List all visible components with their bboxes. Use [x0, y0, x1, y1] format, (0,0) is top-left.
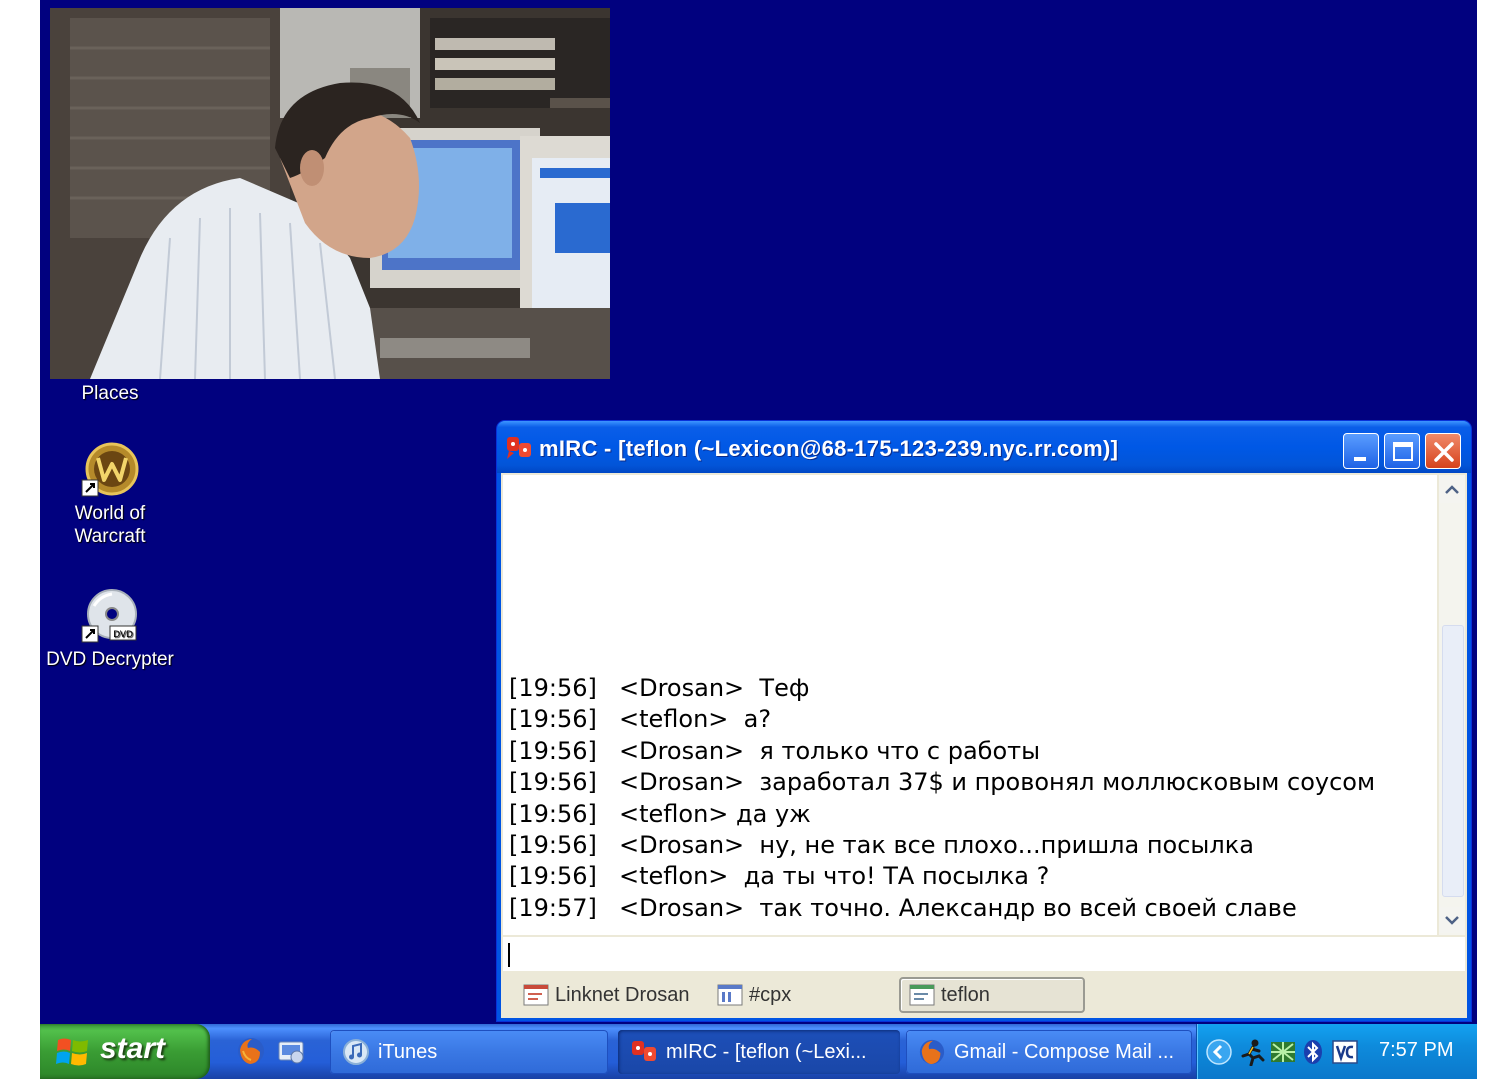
desktop-icon-label: DVD Decrypter: [46, 649, 174, 670]
chat-message: <Drosan> я только что с работы: [619, 736, 1041, 765]
tray-network-icon[interactable]: [1269, 1038, 1297, 1066]
minimize-button[interactable]: [1343, 433, 1379, 469]
switchbar: Linknet Drosan #cpx teflon: [501, 973, 1467, 1018]
system-tray: 7:57 PM: [1196, 1024, 1477, 1079]
webcam-photo: [50, 8, 610, 379]
windows-logo-icon: [56, 1038, 88, 1066]
minimize-icon: [1354, 457, 1366, 461]
mirc-window: mIRC - [teflon (~Lexicon@68-175-123-239.…: [497, 421, 1471, 1021]
switchbar-label: teflon: [941, 983, 990, 1006]
chat-line: [19:56] <Drosan> я только что с работы: [509, 736, 1375, 767]
chat-line: [19:56] <teflon> а?: [509, 704, 1375, 735]
mirc-body: [19:56] <Drosan> Теф [19:56] <teflon> а? […: [501, 473, 1467, 1018]
show-desktop-icon[interactable]: [276, 1036, 306, 1066]
chat-message: <Drosan> Теф: [619, 674, 810, 702]
switchbar-label: Linknet Drosan: [555, 983, 690, 1006]
chat-timestamp: [19:56]: [509, 736, 597, 765]
query-window-icon: [909, 984, 935, 1006]
chat-timestamp: [19:56]: [509, 768, 597, 797]
dvd-decrypter-icon: DVD: [81, 589, 137, 643]
chat-timestamp: [19:56]: [509, 862, 597, 891]
taskbar-button-label: Gmail - Compose Mail ...: [954, 1040, 1175, 1063]
start-button[interactable]: start: [40, 1024, 210, 1079]
switchbar-tab-linknet[interactable]: Linknet Drosan: [515, 977, 705, 1013]
chat-line: [19:56] <Drosan> Теф: [509, 673, 1375, 704]
scroll-up-button[interactable]: [1440, 477, 1464, 503]
channel-window-icon: [717, 984, 743, 1006]
chat-timestamp: [19:56]: [509, 831, 597, 860]
status-window-icon: [523, 984, 549, 1006]
chat-message: <Drosan> заработал 37$ и провонял моллюс…: [619, 768, 1376, 797]
taskbar-button-gmail[interactable]: Gmail - Compose Mail ...: [906, 1030, 1192, 1074]
chat-timestamp: [19:56]: [509, 799, 597, 828]
window-title: mIRC - [teflon (~Lexicon@68-175-123-239.…: [539, 436, 1119, 461]
tray-antivirus-icon[interactable]: [1331, 1038, 1359, 1066]
desktop-icon-label: World of Warcraft: [74, 503, 146, 547]
chat-message: <teflon> да уж: [619, 799, 811, 828]
world-of-warcraft-icon: [81, 442, 139, 497]
chevron-down-icon: [1445, 916, 1459, 925]
bluetooth-icon[interactable]: [1299, 1038, 1327, 1066]
desktop-icon-label: Places: [81, 383, 139, 404]
scroll-down-button[interactable]: [1440, 907, 1464, 933]
chat-timestamp: [19:56]: [509, 705, 597, 734]
chat-line: [19:56] <teflon> да ты что! ТА посылка ?: [509, 861, 1375, 892]
scroll-thumb[interactable]: [1442, 625, 1464, 897]
desktop-icon-dvd-decrypter[interactable]: DVD DVD Decrypter: [42, 588, 178, 671]
chat-line: [19:57] <Drosan> так точно. Александр во …: [509, 893, 1375, 924]
text-caret: [508, 943, 510, 967]
chat-message: <teflon> да ты что! ТА посылка ?: [619, 862, 1050, 891]
maximize-icon: [1393, 442, 1413, 461]
svg-text:DVD: DVD: [113, 630, 133, 640]
chat-message: <teflon> а?: [619, 705, 772, 734]
chat-message: <Drosan> так точно. Александр во всей св…: [619, 893, 1297, 922]
gmail-firefox-icon: [919, 1039, 945, 1065]
desktop-icon-places[interactable]: Places: [70, 382, 150, 405]
start-label: start: [100, 1032, 166, 1065]
mirc-icon: [632, 1041, 656, 1061]
chat-scrollbar[interactable]: [1439, 475, 1465, 935]
chat-timestamp: [19:56]: [509, 674, 597, 702]
chat-log[interactable]: [19:56] <Drosan> Теф [19:56] <teflon> а? […: [503, 475, 1437, 935]
chat-line: [19:56] <teflon> да уж: [509, 799, 1375, 830]
chat-timestamp: [19:57]: [509, 893, 597, 922]
taskbar: start iTunes mIRC - [teflon (~Lexi... Gm…: [40, 1024, 1477, 1079]
taskbar-button-mirc[interactable]: mIRC - [teflon (~Lexi...: [618, 1030, 900, 1074]
desktop: Places World of Warcraft DVD DVD Decrypt…: [40, 0, 1477, 1079]
taskbar-button-label: iTunes: [378, 1040, 438, 1063]
chat-message: <Drosan> ну, не так все плохо...пришла п…: [619, 831, 1254, 860]
firefox-icon[interactable]: [236, 1036, 266, 1066]
chat-line: [19:56] <Drosan> ну, не так все плохо...п…: [509, 830, 1375, 861]
tray-runner-icon[interactable]: [1239, 1038, 1267, 1066]
itunes-icon: [343, 1039, 369, 1065]
window-titlebar[interactable]: mIRC - [teflon (~Lexicon@68-175-123-239.…: [497, 421, 1471, 473]
switchbar-tab-cpx[interactable]: #cpx: [709, 977, 889, 1013]
switchbar-label: #cpx: [749, 983, 792, 1006]
mirc-icon: [507, 437, 531, 459]
taskbar-button-label: mIRC - [teflon (~Lexi...: [666, 1040, 867, 1063]
tray-chevron-icon[interactable]: [1205, 1038, 1233, 1066]
chevron-up-icon: [1445, 485, 1459, 494]
chat-line: [19:56] <Drosan> заработал 37$ и провонял…: [509, 767, 1375, 798]
switchbar-tab-teflon[interactable]: teflon: [899, 977, 1085, 1013]
close-icon: [1434, 442, 1454, 462]
desktop-icon-world-of-warcraft[interactable]: World of Warcraft: [58, 442, 162, 548]
tray-clock[interactable]: 7:57 PM: [1379, 1039, 1453, 1062]
maximize-button[interactable]: [1384, 433, 1420, 469]
chat-input[interactable]: [503, 937, 1465, 971]
taskbar-button-itunes[interactable]: iTunes: [330, 1030, 608, 1074]
close-button[interactable]: [1425, 433, 1461, 469]
